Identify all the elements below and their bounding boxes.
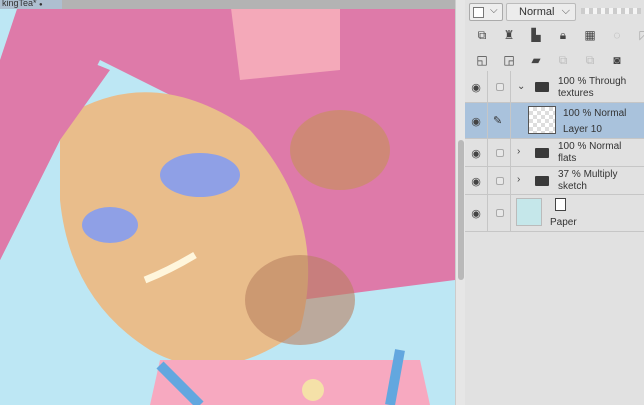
- eye-icon[interactable]: ◉: [469, 175, 483, 188]
- layer-row-layer-10[interactable]: ◉ ✎ 100 % Normal Layer 10: [465, 103, 644, 139]
- folder-icon: [535, 148, 549, 158]
- paper-color-thumbnail: [516, 198, 542, 226]
- clip-icon[interactable]: ⧉: [475, 28, 489, 46]
- layer-name: Layer 10: [563, 124, 602, 135]
- layer-row-textures[interactable]: ◉ ⌄ 100 % Through textures: [465, 71, 644, 103]
- new-vector-layer-icon[interactable]: ◲: [502, 53, 516, 71]
- layer-row-sketch[interactable]: ◉ › 37 % Multiply sketch: [465, 167, 644, 195]
- layer-checkbox[interactable]: [496, 83, 504, 91]
- chevron-down-icon[interactable]: ⌄: [517, 81, 525, 92]
- vertical-scrollbar[interactable]: [455, 0, 465, 405]
- layer-property-toolbar: ⧉ ♜ ▙ 🔒︎ ▦ ◌ ◸: [475, 28, 644, 46]
- document-tab[interactable]: kingTea* ●: [0, 0, 62, 9]
- layer-blend-info: 100 % Normal: [558, 141, 622, 152]
- folder-open-icon: [535, 82, 549, 92]
- blend-mode-dropdown[interactable]: Normal ⌵: [506, 3, 576, 21]
- layer-blend-info: 37 % Multiply: [558, 169, 618, 180]
- ruler-icon[interactable]: ◸: [637, 28, 644, 46]
- chevron-right-icon[interactable]: ›: [517, 146, 520, 157]
- mask-enable-icon[interactable]: ◌: [610, 28, 624, 46]
- new-raster-layer-icon[interactable]: ◱: [475, 53, 489, 71]
- layer-checkbox[interactable]: [496, 177, 504, 185]
- new-folder-icon[interactable]: ▰: [529, 53, 543, 71]
- layer-checkbox[interactable]: [496, 149, 504, 157]
- tab-title: kingTea*: [2, 0, 37, 8]
- layer-name: Paper: [550, 217, 577, 228]
- draft-icon[interactable]: ▙: [529, 28, 543, 46]
- chevron-down-icon: ⌵: [561, 5, 570, 17]
- drawing-canvas[interactable]: [0, 0, 455, 405]
- layer-name: flats: [558, 153, 577, 164]
- lock-transparency-icon[interactable]: ▦: [583, 28, 597, 46]
- folder-icon: [535, 176, 549, 186]
- merge-icon[interactable]: ⧉: [583, 53, 597, 71]
- layer-action-toolbar: ◱ ◲ ▰ ⧉ ⧉ ◙: [475, 53, 624, 71]
- eye-icon[interactable]: ◉: [469, 115, 483, 128]
- layer-checkbox[interactable]: [496, 209, 504, 217]
- eye-icon[interactable]: ◉: [469, 81, 483, 94]
- layer-name: textures: [558, 88, 594, 99]
- reference-icon[interactable]: ♜: [502, 28, 516, 46]
- lock-icon[interactable]: 🔒︎: [556, 28, 570, 46]
- tab-close-button[interactable]: ●: [39, 2, 43, 8]
- eye-icon[interactable]: ◉: [469, 147, 483, 160]
- blend-mode-value: Normal: [519, 6, 555, 18]
- opacity-slider[interactable]: [581, 8, 641, 14]
- layer-name: sketch: [558, 181, 587, 192]
- layer-color-swatch[interactable]: ⌵: [469, 3, 503, 21]
- scrollbar-thumb[interactable]: [458, 140, 464, 280]
- layer-blend-info: 100 % Normal: [563, 108, 627, 119]
- document-tab-bar: kingTea* ●: [0, 0, 455, 9]
- chevron-right-icon[interactable]: ›: [517, 174, 520, 185]
- layer-blend-info: 100 % Through: [558, 76, 627, 87]
- layer-panel: ⌵ Normal ⌵ ⧉ ♜ ▙ 🔒︎ ▦ ◌ ◸ ◱ ◲ ▰ ⧉ ⧉ ◙ ◉ ⌄ 100 % Thro…: [465, 0, 644, 405]
- transfer-down-icon[interactable]: ⧉: [556, 53, 570, 71]
- layer-thumbnail: [528, 106, 556, 134]
- eye-icon[interactable]: ◉: [469, 207, 483, 220]
- paper-layer-icon: [555, 198, 566, 211]
- pen-edit-icon: ✎: [493, 115, 503, 127]
- layer-mask-icon[interactable]: ◙: [610, 53, 624, 71]
- layer-row-flats[interactable]: ◉ › 100 % Normal flats: [465, 139, 644, 167]
- layer-row-paper[interactable]: ◉ Paper: [465, 195, 644, 232]
- artwork-illustration: [0, 0, 455, 405]
